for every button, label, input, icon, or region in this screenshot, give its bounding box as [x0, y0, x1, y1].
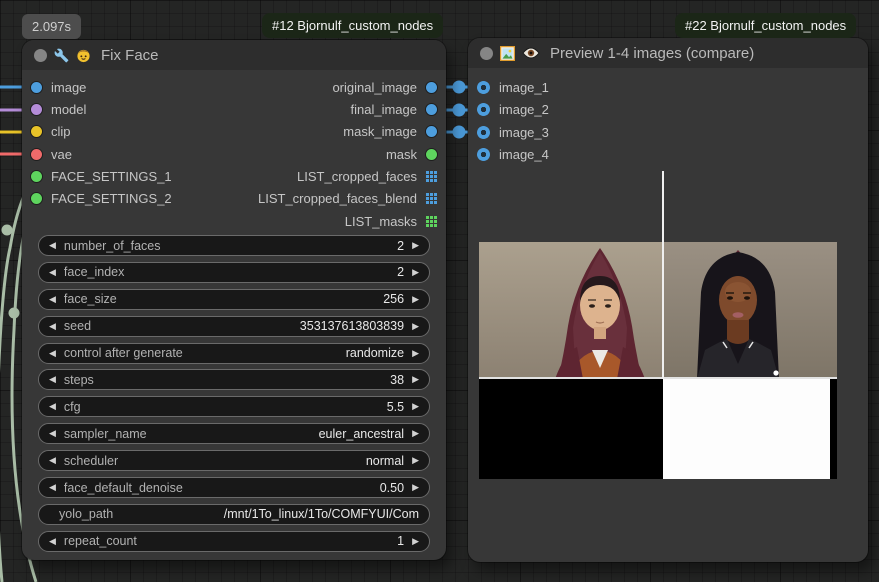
collapse-dot[interactable] — [480, 47, 493, 60]
input-slot-image-3[interactable]: image_3 — [477, 125, 549, 140]
input-slot-image-2[interactable]: image_2 — [477, 102, 549, 117]
decrement-arrow[interactable]: ◀ — [49, 240, 56, 251]
input-slot-face-settings-2[interactable]: FACE_SETTINGS_2 — [31, 191, 172, 206]
decrement-arrow[interactable]: ◀ — [49, 401, 56, 412]
input-slot-face-settings-1[interactable]: FACE_SETTINGS_1 — [31, 169, 172, 184]
output-slot-list-masks[interactable]: LIST_masks — [345, 214, 437, 229]
widget-face-index[interactable]: ◀ face_index 2 ▶ — [38, 262, 430, 283]
decrement-arrow[interactable]: ◀ — [49, 536, 56, 547]
node-title: Preview 1-4 images (compare) — [550, 45, 754, 62]
decrement-arrow[interactable]: ◀ — [49, 267, 56, 278]
io-rows: image original_image model final_image — [22, 70, 446, 232]
input-slot-clip[interactable]: clip — [31, 124, 71, 139]
input-dot-clip[interactable] — [31, 126, 42, 137]
decrement-arrow[interactable]: ◀ — [49, 321, 56, 332]
widget-face-default-denoise[interactable]: ◀ face_default_denoise 0.50 ▶ — [38, 477, 430, 498]
input-slot-image[interactable]: image — [31, 80, 86, 95]
framed-picture-icon — [500, 46, 515, 61]
widget-seed[interactable]: ◀ seed 353137613803839 ▶ — [38, 316, 430, 337]
input-ring-image-3[interactable] — [477, 126, 490, 139]
input-dot-face-settings-1[interactable] — [31, 171, 42, 182]
increment-arrow[interactable]: ▶ — [412, 374, 419, 385]
widget-list: ◀ number_of_faces 2 ▶ ◀ face_index 2 ▶ ◀… — [38, 235, 430, 558]
compare-slider-line[interactable] — [662, 171, 664, 379]
widget-repeat-count[interactable]: ◀ repeat_count 1 ▶ — [38, 531, 430, 552]
decrement-arrow[interactable]: ◀ — [49, 294, 56, 305]
decrement-arrow[interactable]: ◀ — [49, 428, 56, 439]
grid-output-icon[interactable] — [426, 171, 437, 182]
input-dot-vae[interactable] — [31, 149, 42, 160]
input-ring-image-2[interactable] — [477, 103, 490, 116]
wrench-icon — [54, 48, 69, 63]
preview-compare-node[interactable]: Preview 1-4 images (compare) image_1 ima… — [468, 38, 868, 562]
output-slot-list-cropped-faces-blend[interactable]: LIST_cropped_faces_blend — [258, 191, 437, 206]
output-dot-mask-image[interactable] — [426, 126, 437, 137]
collapse-dot[interactable] — [34, 49, 47, 62]
input-slot-image-4[interactable]: image_4 — [477, 147, 549, 162]
grid-output-icon[interactable] — [426, 216, 437, 227]
grid-output-icon[interactable] — [426, 193, 437, 204]
decrement-arrow[interactable]: ◀ — [49, 482, 56, 493]
input-ring-image-4[interactable] — [477, 148, 490, 161]
increment-arrow[interactable]: ▶ — [412, 294, 419, 305]
output-slot-final-image[interactable]: final_image — [351, 102, 438, 117]
mask-white-region — [663, 379, 830, 479]
output-slot-mask-image[interactable]: mask_image — [343, 124, 437, 139]
decrement-arrow[interactable]: ◀ — [49, 455, 56, 466]
input-slot-vae[interactable]: vae — [31, 147, 72, 162]
node-canvas[interactable]: 2.097s #12 Bjornulf_custom_nodes #22 Bjo… — [0, 0, 879, 582]
io-rows: image_1 image_2 image_3 image_4 — [468, 68, 868, 166]
output-slot-original-image[interactable]: original_image — [332, 80, 437, 95]
output-dot-final-image[interactable] — [426, 104, 437, 115]
widget-scheduler[interactable]: ◀ scheduler normal ▶ — [38, 450, 430, 471]
increment-arrow[interactable]: ▶ — [412, 428, 419, 439]
widget-cfg[interactable]: ◀ cfg 5.5 ▶ — [38, 396, 430, 417]
output-slot-list-cropped-faces[interactable]: LIST_cropped_faces — [297, 169, 437, 184]
preview-image-area[interactable] — [479, 242, 837, 517]
input-dot-model[interactable] — [31, 104, 42, 115]
widget-sampler-name[interactable]: ◀ sampler_name euler_ancestral ▶ — [38, 423, 430, 444]
output-dot-original-image[interactable] — [426, 82, 437, 93]
fix-face-node-header[interactable]: Fix Face — [22, 40, 446, 70]
increment-arrow[interactable]: ▶ — [412, 536, 419, 547]
input-slot-image-1[interactable]: image_1 — [477, 80, 549, 95]
node-id-badge-preview: #22 Bjornulf_custom_nodes — [675, 13, 856, 38]
output-dot-mask[interactable] — [426, 149, 437, 160]
increment-arrow[interactable]: ▶ — [412, 401, 419, 412]
increment-arrow[interactable]: ▶ — [412, 321, 419, 332]
widget-number-of-faces[interactable]: ◀ number_of_faces 2 ▶ — [38, 235, 430, 256]
widget-control-after-generate[interactable]: ◀ control after generate randomize ▶ — [38, 343, 430, 364]
increment-arrow[interactable]: ▶ — [412, 240, 419, 251]
eye-icon — [522, 47, 540, 59]
fix-face-node[interactable]: Fix Face image original_image model — [22, 40, 446, 560]
person-face-icon — [76, 48, 91, 63]
input-ring-image-1[interactable] — [477, 81, 490, 94]
node-id-badge-fix-face: #12 Bjornulf_custom_nodes — [262, 13, 443, 38]
output-slot-mask[interactable]: mask — [386, 147, 437, 162]
decrement-arrow[interactable]: ◀ — [49, 348, 56, 359]
preview-node-header[interactable]: Preview 1-4 images (compare) — [468, 38, 868, 68]
execution-time-badge: 2.097s — [22, 14, 81, 39]
increment-arrow[interactable]: ▶ — [412, 455, 419, 466]
decrement-arrow[interactable]: ◀ — [49, 374, 56, 385]
compare-mask-image — [479, 377, 837, 479]
increment-arrow[interactable]: ▶ — [412, 267, 419, 278]
widget-yolo-path[interactable]: ◀ yolo_path /mnt/1To_linux/1To/COMFYUI/C… — [38, 504, 430, 525]
input-dot-image[interactable] — [31, 82, 42, 93]
increment-arrow[interactable]: ▶ — [412, 348, 419, 359]
widget-steps[interactable]: ◀ steps 38 ▶ — [38, 369, 430, 390]
input-slot-model[interactable]: model — [31, 102, 86, 117]
increment-arrow[interactable]: ▶ — [412, 482, 419, 493]
compare-portraits-image — [479, 242, 837, 379]
input-dot-face-settings-2[interactable] — [31, 193, 42, 204]
node-title: Fix Face — [101, 47, 159, 64]
widget-face-size[interactable]: ◀ face_size 256 ▶ — [38, 289, 430, 310]
